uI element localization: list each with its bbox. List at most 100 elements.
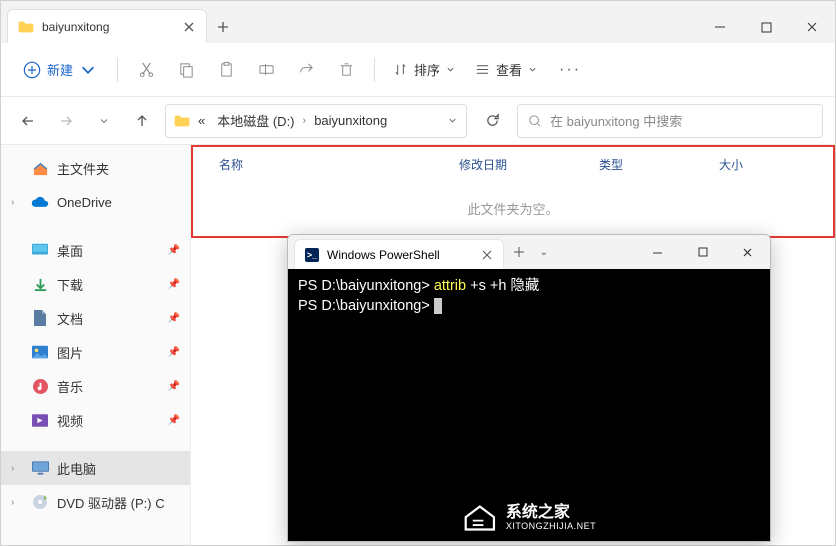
column-date[interactable]: 修改日期 (459, 156, 599, 173)
dvd-icon (31, 493, 49, 511)
new-button[interactable]: 新建 (13, 54, 107, 85)
up-button[interactable] (127, 106, 157, 136)
separator (117, 58, 118, 82)
folder-icon (18, 20, 34, 34)
refresh-icon (485, 113, 500, 128)
column-size[interactable]: 大小 (719, 156, 743, 173)
music-icon (31, 377, 49, 395)
sidebar-label: 主文件夹 (57, 159, 109, 178)
search-placeholder: 在 baiyunxitong 中搜索 (550, 111, 682, 130)
pin-icon: 📌 (168, 347, 180, 358)
paste-button[interactable] (208, 52, 244, 88)
home-icon (31, 159, 49, 177)
view-icon (475, 62, 490, 77)
breadcrumb-root: « (194, 111, 209, 130)
refresh-button[interactable] (475, 104, 509, 138)
sidebar-item-videos[interactable]: 视频 📌 (1, 403, 190, 437)
highlighted-region: 名称 修改日期 类型 大小 此文件夹为空。 (191, 145, 835, 238)
sort-icon (393, 62, 408, 77)
sidebar-item-desktop[interactable]: 桌面 📌 (1, 233, 190, 267)
paste-icon (218, 61, 235, 78)
window-tab[interactable]: baiyunxitong (7, 9, 207, 43)
column-headers: 名称 修改日期 类型 大小 (193, 147, 833, 181)
pin-icon: 📌 (168, 415, 180, 426)
powershell-minimize-button[interactable] (635, 237, 680, 267)
powershell-window-controls (635, 237, 770, 267)
powershell-tab[interactable]: >_ Windows PowerShell (294, 239, 504, 269)
cut-icon (138, 61, 155, 78)
rename-icon (258, 61, 275, 78)
arrow-up-icon (134, 113, 150, 129)
arrow-left-icon (20, 113, 36, 129)
folder-icon (174, 114, 190, 128)
powershell-new-tab[interactable] (504, 246, 534, 258)
empty-folder-text: 此文件夹为空。 (193, 181, 833, 236)
column-type[interactable]: 类型 (599, 156, 719, 173)
sidebar-label: 音乐 (57, 377, 83, 396)
chevron-down-icon (446, 65, 455, 74)
pin-icon: 📌 (168, 245, 180, 256)
breadcrumb-disk[interactable]: 本地磁盘 (D:) (213, 109, 298, 132)
powershell-terminal[interactable]: PS D:\baiyunxitong> attrib +s +h 隐藏 PS D… (288, 269, 770, 541)
chevron-down-icon (528, 65, 537, 74)
rename-button[interactable] (248, 52, 284, 88)
powershell-close-button[interactable] (725, 237, 770, 267)
breadcrumb-folder[interactable]: baiyunxitong (310, 111, 391, 130)
new-tab-button[interactable] (207, 11, 239, 43)
delete-button[interactable] (328, 52, 364, 88)
sidebar-item-documents[interactable]: 文档 📌 (1, 301, 190, 335)
view-button[interactable]: 查看 (467, 54, 545, 85)
sidebar-item-pictures[interactable]: 图片 📌 (1, 335, 190, 369)
pin-icon: 📌 (168, 279, 180, 290)
search-icon (528, 114, 542, 128)
thispc-icon (31, 459, 49, 477)
sidebar-item-downloads[interactable]: 下载 📌 (1, 267, 190, 301)
pin-icon: 📌 (168, 313, 180, 324)
back-button[interactable] (13, 106, 43, 136)
sort-label: 排序 (414, 60, 440, 79)
watermark-title: 系统之家 (506, 504, 596, 522)
view-label: 查看 (496, 60, 522, 79)
column-name[interactable]: 名称 (219, 156, 459, 173)
powershell-tab-dropdown[interactable]: ⌄ (534, 247, 554, 258)
trash-icon (338, 61, 355, 78)
forward-button[interactable] (51, 106, 81, 136)
search-input[interactable]: 在 baiyunxitong 中搜索 (517, 104, 823, 138)
sidebar-item-dvd[interactable]: › DVD 驱动器 (P:) C (1, 485, 190, 519)
address-bar[interactable]: « 本地磁盘 (D:) › baiyunxitong (165, 104, 467, 138)
sidebar-label: 此电脑 (57, 459, 96, 478)
chevron-down-icon (79, 61, 97, 79)
window-controls (697, 11, 835, 43)
powershell-tab-title: Windows PowerShell (327, 248, 473, 262)
close-icon[interactable] (481, 249, 493, 261)
powershell-maximize-button[interactable] (680, 237, 725, 267)
powershell-titlebar: >_ Windows PowerShell ⌄ (288, 235, 770, 269)
maximize-button[interactable] (743, 11, 789, 43)
sidebar-item-thispc[interactable]: › 此电脑 (1, 451, 190, 485)
close-button[interactable] (789, 11, 835, 43)
titlebar: baiyunxitong (1, 1, 835, 43)
cursor (434, 298, 442, 314)
sidebar-label: 图片 (57, 343, 83, 362)
copy-button[interactable] (168, 52, 204, 88)
cut-button[interactable] (128, 52, 164, 88)
plus-icon (513, 246, 525, 258)
new-plus-circle-icon (23, 61, 41, 79)
recent-dropdown-button[interactable] (89, 106, 119, 136)
more-button[interactable]: ··· (549, 55, 591, 85)
copy-icon (178, 61, 195, 78)
chevron-down-icon[interactable] (447, 115, 458, 126)
watermark-logo-icon (462, 503, 498, 533)
sort-button[interactable]: 排序 (385, 54, 463, 85)
sidebar-item-home[interactable]: 主文件夹 (1, 151, 190, 185)
close-icon[interactable] (182, 20, 196, 34)
minimize-button[interactable] (697, 11, 743, 43)
sidebar-item-music[interactable]: 音乐 📌 (1, 369, 190, 403)
terminal-line: PS D:\baiyunxitong> (298, 297, 760, 317)
share-button[interactable] (288, 52, 324, 88)
chevron-right-icon: › (11, 463, 23, 474)
arrow-right-icon (58, 113, 74, 129)
sidebar-label: 视频 (57, 411, 83, 430)
sidebar-item-onedrive[interactable]: › OneDrive (1, 185, 190, 219)
watermark-url: XITONGZHIJIA.NET (506, 522, 596, 532)
